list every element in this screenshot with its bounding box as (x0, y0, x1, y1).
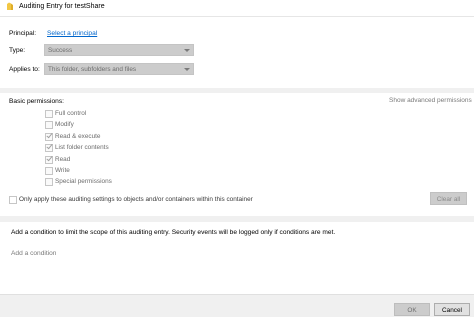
checkbox[interactable] (45, 178, 53, 186)
permission-label: Special permissions (55, 178, 112, 185)
type-select[interactable]: Success (44, 44, 194, 56)
permission-label: Read (55, 156, 71, 163)
applies-to-select[interactable]: This folder, subfolders and files (44, 63, 194, 75)
clear-all-button[interactable]: Clear all (430, 192, 467, 205)
clear-all-label: Clear all (436, 196, 461, 203)
section-divider (0, 88, 474, 93)
applies-to-label: Applies to: (9, 66, 40, 73)
permission-label: Write (55, 167, 70, 174)
folder-icon (7, 2, 13, 10)
basic-permissions-heading: Basic permissions: (9, 98, 64, 105)
applies-to-select-value: This folder, subfolders and files (48, 66, 137, 73)
chevron-down-icon (184, 68, 190, 71)
checkbox[interactable] (45, 142, 53, 152)
type-select-value: Success (48, 47, 73, 54)
checkbox[interactable] (45, 110, 53, 118)
permission-label: Modify (55, 121, 74, 128)
show-advanced-permissions-link[interactable]: Show advanced permissions (389, 97, 472, 104)
checkbox[interactable] (9, 196, 17, 204)
cancel-label: Cancel (442, 307, 462, 314)
chevron-down-icon (184, 49, 190, 52)
permission-label: Full control (55, 110, 87, 117)
permission-label: Read & execute (55, 133, 101, 140)
window-title: Auditing Entry for testShare (19, 3, 105, 10)
cancel-button[interactable]: Cancel (434, 303, 470, 316)
checkmark-icon (46, 142, 53, 150)
ok-button[interactable]: OK (394, 303, 430, 316)
checkbox[interactable] (45, 131, 53, 141)
checkbox[interactable] (45, 121, 53, 129)
checkmark-icon (46, 131, 53, 139)
add-condition-link[interactable]: Add a condition (11, 250, 56, 257)
title-bar: Auditing Entry for testShare (0, 0, 474, 14)
checkbox[interactable] (45, 154, 53, 164)
type-label: Type: (9, 47, 26, 54)
checkbox[interactable] (45, 167, 53, 175)
apply-only-label: Only apply these auditing settings to ob… (19, 196, 253, 203)
ok-label: OK (407, 307, 417, 314)
condition-description: Add a condition to limit the scope of th… (11, 229, 336, 236)
permission-label: List folder contents (55, 144, 109, 151)
select-principal-link[interactable]: Select a principal (47, 30, 97, 37)
checkmark-icon (46, 154, 53, 162)
principal-label: Principal: (9, 30, 37, 37)
